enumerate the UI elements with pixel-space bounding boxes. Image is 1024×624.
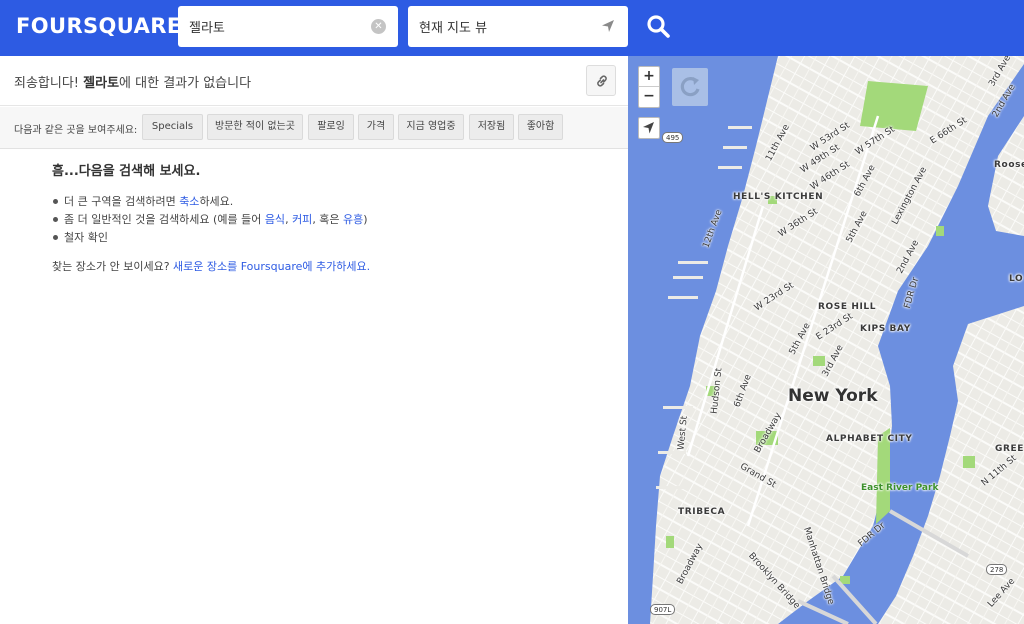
filter-chip-open-now[interactable]: 지금 영업중 — [398, 114, 464, 140]
zoom-in-button[interactable]: + — [639, 67, 659, 87]
my-location-button[interactable] — [638, 117, 660, 139]
route-shield-495: 495 — [662, 132, 684, 143]
map-label-rose-hill: ROSE HILL — [818, 302, 877, 312]
add-venue-link[interactable]: 새로운 장소를 Foursquare에 추가하세요. — [173, 260, 370, 273]
map-label-lo: LO — [1009, 274, 1024, 284]
zoom-controls: + − — [638, 66, 660, 108]
route-shield-278: 278 — [986, 564, 1008, 575]
filter-chip-price[interactable]: 가격 — [358, 114, 394, 140]
zoom-out-button[interactable]: − — [639, 87, 659, 107]
query-field[interactable]: ✕ — [178, 6, 398, 47]
nightlife-link[interactable]: 유흥 — [343, 213, 363, 226]
link-icon — [597, 75, 607, 87]
map-view[interactable]: W 53rd St W 57th St E 66th St 3rd Ave 2n… — [628, 56, 1024, 624]
map-label-kips-bay: KIPS BAY — [860, 324, 911, 334]
filter-chip-specials[interactable]: Specials — [142, 114, 203, 140]
map-label-gree: GREE — [995, 444, 1024, 454]
coffee-link[interactable]: 커피 — [292, 213, 312, 226]
map-label-tribeca: TRIBECA — [678, 507, 726, 517]
location-arrow-icon[interactable] — [600, 18, 616, 34]
brooklyn-bridge-line — [797, 599, 849, 624]
food-link[interactable]: 음식 — [265, 213, 285, 226]
no-results-row: 죄송합니다! 젤라토에 대한 결과가 없습니다 — [0, 56, 628, 106]
location-arrow-icon — [643, 122, 654, 134]
suggestions-title: 흠...다음을 검색해 보세요. — [52, 164, 201, 179]
filter-chip-liked[interactable]: 좋아함 — [518, 114, 563, 140]
refresh-icon — [680, 77, 700, 97]
clear-icon[interactable]: ✕ — [371, 19, 386, 34]
map-label-alphabet-city: ALPHABET CITY — [826, 434, 913, 444]
no-results-message: 죄송합니다! 젤라토에 대한 결과가 없습니다 — [14, 76, 252, 91]
suggestion-zoom-out: 더 큰 구역을 검색하려면 축소하세요. — [52, 193, 592, 211]
suggestion-spelling: 철자 확인 — [52, 229, 592, 247]
roosevelt-landmass — [988, 116, 1024, 236]
results-panel: 죄송합니다! 젤라토에 대한 결과가 없습니다 다음과 같은 곳을 보여주세요:… — [0, 56, 628, 624]
zoom-out-link[interactable]: 축소 — [179, 195, 199, 208]
share-link-button[interactable] — [586, 65, 616, 96]
filter-label: 다음과 같은 곳을 보여주세요: — [14, 125, 138, 136]
filter-bar: 다음과 같은 곳을 보여주세요: Specials 방문한 적이 없는곳 팔로잉… — [0, 107, 628, 149]
top-bar: FOURSQUARE ✕ — [0, 0, 1024, 56]
near-field[interactable] — [408, 6, 628, 47]
query-input[interactable] — [178, 6, 398, 47]
search-button[interactable] — [640, 8, 678, 46]
central-park — [860, 81, 928, 131]
add-venue-line: 찾는 장소가 안 보이세요? 새로운 장소를 Foursquare에 추가하세요… — [52, 260, 371, 273]
map-label-hells-kitchen: HELL'S KITCHEN — [733, 192, 824, 202]
refresh-search-button[interactable] — [672, 68, 708, 106]
manhattan-bridge-line — [831, 574, 878, 624]
map-label-new-york: New York — [788, 386, 878, 406]
foursquare-logo[interactable]: FOURSQUARE — [16, 14, 182, 38]
suggestions: 흠...다음을 검색해 보세요. 더 큰 구역을 검색하려면 축소하세요. 좀 … — [52, 160, 592, 274]
filter-chip-following[interactable]: 팔로잉 — [308, 114, 354, 140]
map-label-roosevelt: Roose — [994, 160, 1024, 170]
filter-chip-saved[interactable]: 저장됨 — [469, 114, 514, 140]
map-label-east-river-park: East River Park — [861, 483, 939, 493]
near-input[interactable] — [408, 6, 628, 47]
route-shield-907l: 907L — [650, 604, 676, 615]
filter-chip-not-visited[interactable]: 방문한 적이 없는곳 — [207, 114, 303, 140]
suggestion-general: 좀 더 일반적인 것을 검색하세요 (예를 들어 음식, 커피, 혹은 유흥) — [52, 211, 592, 229]
no-results-query: 젤라토 — [83, 76, 120, 91]
suggestions-list: 더 큰 구역을 검색하려면 축소하세요. 좀 더 일반적인 것을 검색하세요 (… — [52, 193, 592, 247]
